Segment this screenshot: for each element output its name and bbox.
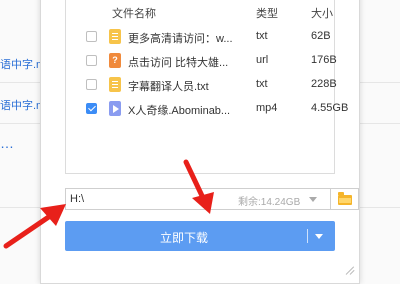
column-header-type: 类型	[256, 8, 278, 20]
save-path-input[interactable]	[70, 192, 210, 206]
file-type: txt	[256, 78, 268, 90]
file-name: 字幕翻译人员.txt	[128, 81, 209, 93]
divider	[362, 123, 400, 124]
divider	[362, 82, 400, 83]
free-space-label: 剩余:14.24GB	[238, 197, 301, 208]
file-size: 176B	[311, 54, 337, 66]
url-file-icon: ?	[109, 53, 121, 68]
txt-file-icon	[109, 29, 121, 44]
file-name: 更多高清请访问：w...	[128, 33, 233, 45]
file-row[interactable]: 字幕翻译人员.txt txt 228B	[66, 73, 337, 97]
file-checkbox[interactable]	[86, 31, 97, 42]
file-type: url	[256, 54, 269, 66]
chevron-down-icon[interactable]	[309, 197, 317, 202]
file-checkbox[interactable]	[86, 55, 97, 66]
file-row[interactable]: 更多高清请访问：w... txt 62B	[66, 25, 334, 49]
file-size: 4.55GB	[311, 102, 349, 114]
file-checkbox[interactable]	[86, 79, 97, 90]
file-name: 点击访问 比特大雄...	[128, 57, 229, 69]
file-checkbox-checked[interactable]	[86, 103, 97, 114]
file-size: 228B	[311, 78, 337, 90]
file-type: mp4	[256, 102, 278, 114]
save-path-field[interactable]: 剩余:14.24GB	[65, 188, 331, 210]
folder-icon	[338, 192, 352, 205]
file-list-panel: 文件名称 类型 大小 更多高清请访问：w... txt 62B ? 点击访问 比…	[65, 0, 348, 174]
background-ellipsis: …	[0, 135, 18, 151]
divider	[362, 207, 400, 208]
download-now-button[interactable]: 立即下载	[65, 221, 335, 251]
file-size: 62B	[311, 30, 331, 42]
file-row[interactable]: X人奇缘.Abominab... mp4 4.55GB	[66, 97, 348, 121]
chevron-down-icon[interactable]	[315, 234, 323, 239]
column-header-size: 大小	[311, 8, 333, 20]
video-file-icon	[109, 101, 121, 116]
file-row[interactable]: ? 点击访问 比特大雄... url 176B	[66, 49, 337, 73]
download-dialog: 文件名称 类型 大小 更多高清请访问：w... txt 62B ? 点击访问 比…	[40, 0, 360, 284]
file-type: txt	[256, 30, 268, 42]
browse-folder-button[interactable]	[331, 188, 359, 210]
download-now-label: 立即下载	[159, 231, 208, 245]
button-divider	[307, 229, 308, 243]
column-header-name: 文件名称	[112, 8, 156, 20]
resize-grip-icon[interactable]	[345, 265, 355, 275]
file-name: X人奇缘.Abominab...	[128, 105, 231, 117]
background-file-link[interactable]: 语中字.m	[0, 56, 45, 72]
txt-file-icon	[109, 77, 121, 92]
